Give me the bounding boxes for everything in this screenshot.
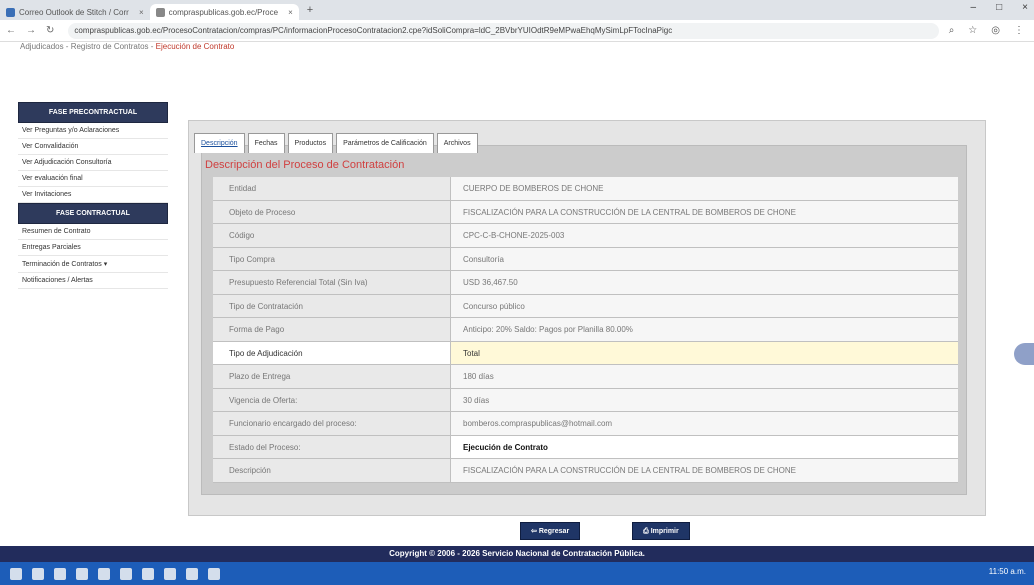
taskbar-app-icon[interactable] <box>142 567 154 580</box>
os-taskbar: 11:50 a.m. <box>0 562 1034 585</box>
address-bar-row: ← → ↻ compraspublicas.gob.ec/ProcesoCont… <box>0 20 1034 42</box>
tab-archivos[interactable]: Archivos <box>436 133 478 153</box>
table-row: Funcionario encargado del proceso: bomber… <box>213 412 958 436</box>
reload-icon[interactable]: ↻ <box>46 25 54 36</box>
sidebar-item-adjudicacion[interactable]: Ver Adjudicación Consultoría <box>18 155 168 171</box>
table-row: Presupuesto Referencial Total (Sin Iva) U… <box>213 271 958 295</box>
browser-tab-compras[interactable]: compraspublicas.gob.ec/Proce × <box>149 4 299 20</box>
taskbar-app-icon[interactable] <box>98 567 110 580</box>
main-content: Descripción Fechas Productos Parámetros … <box>188 120 986 516</box>
taskbar-app-icon[interactable] <box>54 567 66 580</box>
tab-descripcion[interactable]: Descripción <box>194 133 245 153</box>
breadcrumb: Adjudicados - Registro de Contratos - Ej… <box>20 42 235 51</box>
table-row: Tipo Compra Consultoría <box>213 247 958 271</box>
site-icon <box>155 7 165 17</box>
back-arrow-icon: ⇦ <box>531 528 539 535</box>
taskbar-app-icon[interactable] <box>76 567 88 580</box>
page-footer: Copyright © 2006 - 2026 Servicio Naciona… <box>0 546 1034 562</box>
sidebar-item-entregas[interactable]: Entregas Parciales <box>18 240 168 256</box>
tab-productos[interactable]: Productos <box>287 133 334 153</box>
zoom-icon[interactable]: ⌕ <box>949 25 955 36</box>
breadcrumb-parent[interactable]: Adjudicados - Registro de Contratos <box>20 42 149 51</box>
breadcrumb-current: Ejecución de Contrato <box>155 42 235 51</box>
browser-tab-outlook[interactable]: Correo Outlook de Stitch / Correo - Bus … <box>0 4 150 20</box>
sidebar-item-invitaciones[interactable]: Ver Invitaciones <box>18 187 168 203</box>
table-row: Entidad CUERPO DE BOMBEROS DE CHONE <box>213 177 958 201</box>
windows-start-icon[interactable] <box>10 567 22 580</box>
taskbar-app-icon[interactable] <box>164 567 176 580</box>
table-row: Descripción FISCALIZACIÓN PARA LA CONSTRU… <box>213 459 958 483</box>
forward-icon[interactable]: → <box>26 25 36 36</box>
bookmark-star-icon[interactable]: ☆ <box>968 25 977 36</box>
sidebar-item-evaluacion[interactable]: Ver evaluación final <box>18 171 168 187</box>
sidebar: FASE PRECONTRACTUAL Ver Preguntas y/o Ac… <box>18 102 168 289</box>
table-row: Código CPC-C-B-CHONE-2025-003 <box>213 224 958 248</box>
table-row: Vigencia de Oferta: 30 días <box>213 388 958 412</box>
search-icon[interactable] <box>32 567 44 580</box>
table-row-highlighted: Tipo de Adjudicación Total <box>213 341 958 365</box>
table-row: Plazo de Entrega 180 días <box>213 365 958 389</box>
menu-icon[interactable]: ⋮ <box>1014 25 1024 36</box>
taskbar-app-icon[interactable] <box>208 567 220 580</box>
sidebar-item-label: Terminación de Contratos <box>22 261 102 268</box>
system-clock[interactable]: 11:50 a.m. <box>989 567 1026 576</box>
sidebar-item-notificaciones[interactable]: Notificaciones / Alertas <box>18 273 168 289</box>
extension-icon[interactable]: ◎ <box>991 25 1000 36</box>
chevron-down-icon: ▾ <box>103 261 108 268</box>
tab-bar: Descripción Fechas Productos Parámetros … <box>194 133 478 153</box>
floating-widget-icon[interactable] <box>1014 343 1034 365</box>
close-tab-icon[interactable]: × <box>139 8 144 17</box>
sidebar-item-convalidacion[interactable]: Ver Convalidación <box>18 139 168 155</box>
sidebar-item-terminacion[interactable]: Terminación de Contratos ▾ <box>18 256 168 273</box>
close-window-icon[interactable]: × <box>1022 2 1028 13</box>
sidebar-section-contractual: FASE CONTRACTUAL <box>18 203 168 224</box>
table-row: Forma de Pago Anticipo: 20% Saldo: Pagos … <box>213 318 958 342</box>
taskbar-app-icon[interactable] <box>186 567 198 580</box>
print-button[interactable]: ⎙ Imprimir <box>632 522 690 540</box>
panel-title: Descripción del Proceso de Contratación <box>205 159 405 171</box>
browser-tab-strip: Correo Outlook de Stitch / Correo - Bus … <box>0 0 1034 20</box>
taskbar-app-icon[interactable] <box>120 567 132 580</box>
tab-fechas[interactable]: Fechas <box>247 133 285 153</box>
tab-parametros[interactable]: Parámetros de Calificación <box>336 133 434 153</box>
table-row: Tipo de Contratación Concurso público <box>213 294 958 318</box>
sidebar-item-resumen[interactable]: Resumen de Contrato <box>18 224 168 240</box>
table-row-status: Estado del Proceso: Ejecución de Contrato <box>213 435 958 459</box>
detail-table: Entidad CUERPO DE BOMBEROS DE CHONE Objet… <box>213 177 958 483</box>
new-tab-icon[interactable]: + <box>307 4 313 16</box>
window-controls: – □ × <box>971 2 1028 13</box>
outlook-icon <box>6 7 15 17</box>
minimize-icon[interactable]: – <box>971 2 977 13</box>
printer-icon: ⎙ <box>643 528 651 535</box>
sidebar-section-precontractual: FASE PRECONTRACTUAL <box>18 102 168 123</box>
action-buttons: ⇦ Regresar ⎙ Imprimir <box>520 522 690 540</box>
back-icon[interactable]: ← <box>6 25 16 36</box>
maximize-icon[interactable]: □ <box>996 2 1002 13</box>
url-field[interactable]: compraspublicas.gob.ec/ProcesoContrataci… <box>68 22 939 39</box>
back-button[interactable]: ⇦ Regresar <box>520 522 581 540</box>
table-row: Objeto de Proceso FISCALIZACIÓN PARA LA C… <box>213 200 958 224</box>
close-tab-icon[interactable]: × <box>288 8 293 17</box>
sidebar-item-preguntas[interactable]: Ver Preguntas y/o Aclaraciones <box>18 123 168 139</box>
